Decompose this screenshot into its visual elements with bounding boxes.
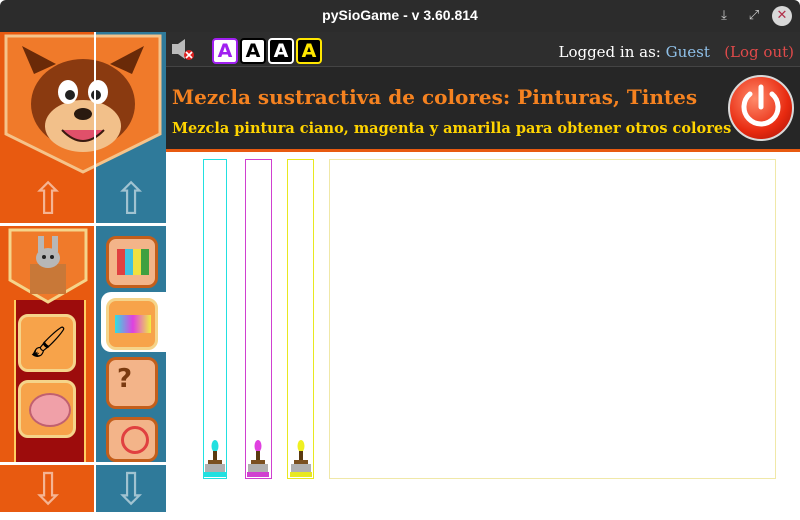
activity-header: Mezcla sustractiva de colores: Pinturas,… (166, 66, 800, 152)
mute-sound-icon[interactable] (170, 38, 194, 60)
game-color-wheel-button[interactable] (106, 417, 158, 462)
magenta-paint-container[interactable] (245, 159, 272, 479)
font-button-1[interactable]: A (212, 38, 238, 64)
divider (0, 223, 166, 226)
magenta-brush-icon[interactable] (245, 438, 271, 478)
category-scroll-down-button[interactable]: ⇩ (0, 460, 96, 515)
top-toolbar: A A A A Logged in as: Guest (Log out) (166, 32, 800, 66)
login-status: Logged in as: Guest (Log out) (558, 43, 794, 61)
yellow-brush-icon[interactable] (288, 438, 314, 478)
divider (0, 462, 166, 465)
download-icon[interactable]: ⤓ (714, 6, 734, 26)
user-name: Guest (665, 43, 710, 61)
category-scroll-up-button[interactable]: ⇧ (0, 170, 96, 230)
page-title: Mezcla sustractiva de colores: Pinturas,… (172, 85, 698, 109)
page-subtitle: Mezcla pintura ciano, magenta y amarilla… (172, 120, 732, 137)
game-paint-quiz-button[interactable]: ? (106, 357, 158, 409)
paint-tube-icon: 🖌 (29, 325, 68, 360)
cyan-paint-container[interactable] (203, 159, 227, 479)
power-icon[interactable] (728, 75, 794, 141)
brain-icon (29, 393, 71, 427)
font-button-3[interactable]: A (268, 38, 294, 64)
app-logo (4, 34, 162, 174)
color-wheel-icon (121, 426, 149, 454)
category-brain-button[interactable] (18, 380, 76, 438)
divider (94, 32, 96, 512)
logged-in-label: Logged in as: (558, 43, 661, 61)
selected-category-badge[interactable] (8, 228, 88, 304)
font-button-2[interactable]: A (240, 38, 266, 64)
paint-quiz-icon: ? (117, 364, 133, 394)
logout-link[interactable]: (Log out) (724, 43, 794, 61)
expand-icon[interactable]: ⤢ (744, 6, 764, 26)
paint-tubes-icon (117, 249, 149, 275)
game-scroll-down-button[interactable]: ⇩ (96, 460, 166, 515)
window-titlebar: pySioGame - v 3.60.814 ⤓ ⤢ ✕ (0, 0, 800, 32)
game-paint-tubes-button[interactable] (106, 236, 158, 288)
font-button-4[interactable]: A (296, 38, 322, 64)
game-paint-mix-button[interactable] (106, 298, 158, 350)
paint-mix-icon (115, 315, 151, 333)
yellow-paint-container[interactable] (287, 159, 314, 479)
cyan-brush-icon[interactable] (202, 438, 228, 478)
game-scroll-up-button[interactable]: ⇧ (96, 170, 166, 230)
category-paint-button[interactable]: 🖌 (18, 314, 76, 372)
close-icon[interactable]: ✕ (772, 6, 792, 26)
window-title: pySioGame - v 3.60.814 (322, 7, 478, 23)
mixing-canvas[interactable] (329, 159, 776, 479)
